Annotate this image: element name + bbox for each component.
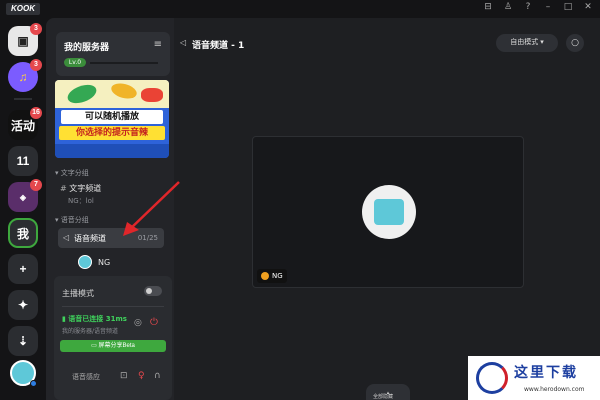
text-channel[interactable]: # 文字频道 bbox=[60, 183, 101, 194]
activity-label: 活动 bbox=[10, 118, 35, 133]
connection-status: ▮ 语音已连接 31ms bbox=[62, 314, 127, 324]
server-header[interactable]: 我的服务器 ≡ Lv.0 bbox=[56, 32, 170, 76]
window-controls: ⊟ ♙ ? – □ ✕ bbox=[482, 2, 594, 12]
banner-line-2: 你选择的提示音辣 bbox=[59, 126, 165, 140]
host-mode-toggle[interactable] bbox=[144, 286, 162, 296]
host-mode-label: 主播模式 bbox=[62, 289, 94, 298]
noise-icon[interactable]: ◎ bbox=[134, 318, 142, 328]
screen-share-label: 屏幕分享Beta bbox=[98, 343, 135, 349]
connection-path: 我的服务器/语音频道 bbox=[62, 328, 119, 335]
download-icon: ⇣ bbox=[17, 334, 29, 348]
avatar-face bbox=[374, 199, 404, 225]
mute-indicator-icon bbox=[261, 272, 269, 280]
watermark: 这里下载 www.herodown.com bbox=[468, 356, 600, 400]
banner-decoration bbox=[141, 88, 163, 102]
text-category-label: 文字分组 bbox=[60, 169, 89, 177]
server-name: 我的服务器 bbox=[64, 43, 110, 53]
watermark-text: 这里下载 bbox=[514, 365, 578, 381]
messages-button[interactable]: ▣ 3 bbox=[8, 23, 42, 56]
voice-channel-label: 语音频道 bbox=[74, 234, 106, 243]
notifications-badge: 3 bbox=[30, 59, 42, 71]
voice-member[interactable]: NG bbox=[78, 254, 110, 270]
server-banner[interactable]: 可以随机播放 你选择的提示音辣 bbox=[55, 80, 169, 158]
text-category[interactable]: ▾ 文字分组 bbox=[55, 168, 89, 178]
annotation-arrow bbox=[123, 181, 180, 236]
watermark-logo bbox=[476, 362, 508, 394]
connection-text: 语音已连接 31ms bbox=[68, 315, 127, 323]
download-button[interactable]: ⇣ bbox=[8, 326, 38, 356]
member-name: NG bbox=[98, 257, 111, 267]
participant-name: NG bbox=[272, 272, 283, 280]
main-area: ◁ 语音频道 - 1 自由模式 ▾ ○ NG ▴ 全部隐藏 bbox=[174, 18, 600, 400]
sparkle-icon: ✦ bbox=[17, 298, 29, 312]
member-avatar bbox=[78, 255, 92, 269]
add-server-button[interactable]: + bbox=[8, 254, 38, 284]
banner-footer bbox=[55, 144, 169, 158]
voice-category[interactable]: ▾ 语音分组 bbox=[55, 215, 89, 225]
divider bbox=[62, 306, 164, 307]
hide-all-label: 全部隐藏 bbox=[373, 394, 394, 400]
screen-share-button[interactable]: ▭ 屏幕分享Beta bbox=[60, 340, 166, 352]
title-bar: KOOK ⊟ ♙ ? – □ ✕ bbox=[0, 0, 600, 18]
search-icon[interactable]: ○ bbox=[566, 34, 584, 52]
server-game-badge: 7 bbox=[30, 179, 42, 191]
server-game-button[interactable]: ◈ 7 bbox=[8, 179, 42, 212]
level-badge: Lv.0 bbox=[64, 58, 86, 67]
shirt-icon[interactable]: ♙ bbox=[502, 2, 514, 12]
watermark-url: www.herodown.com bbox=[524, 386, 585, 393]
speaker-icon: ◁ bbox=[63, 233, 70, 242]
mode-label: 自由模式 bbox=[510, 39, 539, 46]
voice-input-icon[interactable]: ⊡ bbox=[120, 371, 128, 381]
menu-icon[interactable]: ≡ bbox=[154, 39, 162, 50]
kook-app-window: KOOK ⊟ ♙ ? – □ ✕ ▣ 3 ♫ 3 活动 16 11 ◈ 7 我 … bbox=[0, 0, 600, 400]
server-me-button[interactable]: 我 bbox=[8, 218, 38, 248]
voice-sense-label: 语音感应 bbox=[72, 373, 100, 381]
disconnect-icon[interactable]: ⏻ bbox=[150, 317, 158, 328]
participant-tile[interactable]: NG bbox=[252, 136, 524, 288]
hash-icon: # bbox=[60, 184, 70, 193]
chat-icon: ▣ bbox=[17, 34, 29, 48]
microphone-icon[interactable]: ♀ bbox=[138, 371, 145, 381]
text-channel-preview: NG：lol bbox=[68, 197, 94, 205]
headphones-icon[interactable]: ∩ bbox=[154, 371, 161, 381]
close-icon[interactable]: ✕ bbox=[582, 2, 594, 12]
participant-avatar bbox=[362, 185, 416, 239]
caret-down-icon: ▾ bbox=[538, 39, 544, 46]
notifications-button[interactable]: ♫ 3 bbox=[8, 59, 42, 92]
plus-icon: + bbox=[19, 262, 27, 276]
rail-divider bbox=[14, 98, 32, 100]
kook-logo: KOOK bbox=[6, 3, 40, 15]
server-rail: ▣ 3 ♫ 3 活动 16 11 ◈ 7 我 + ✦ ⇣ bbox=[0, 18, 46, 400]
inbox-icon[interactable]: ⊟ bbox=[482, 2, 494, 12]
minimize-icon[interactable]: – bbox=[542, 2, 554, 12]
maximize-icon[interactable]: □ bbox=[562, 2, 574, 12]
activity-badge: 16 bbox=[30, 107, 42, 119]
text-channel-label: 文字频道 bbox=[69, 184, 102, 193]
speaker-icon: ◁ bbox=[180, 38, 187, 47]
monitor-icon: ▭ bbox=[91, 343, 99, 349]
server-11-button[interactable]: 11 bbox=[8, 146, 38, 176]
channel-title: 语音频道 - 1 bbox=[192, 41, 245, 51]
mode-dropdown[interactable]: 自由模式 ▾ bbox=[496, 34, 558, 52]
voice-category-label: 语音分组 bbox=[60, 216, 89, 224]
participant-name-tag: NG bbox=[257, 269, 287, 283]
discover-button[interactable]: ✦ bbox=[8, 290, 38, 320]
level-progress-bar bbox=[90, 62, 158, 64]
online-status-dot bbox=[30, 380, 37, 387]
messages-badge: 3 bbox=[30, 23, 42, 35]
game-server-icon: ◈ bbox=[19, 192, 27, 202]
server-me-label: 我 bbox=[16, 226, 29, 241]
bell-icon: ♫ bbox=[18, 70, 28, 84]
server-11-label: 11 bbox=[16, 154, 30, 168]
banner-line-1: 可以随机播放 bbox=[61, 110, 163, 124]
voice-status-panel: 主播模式 ▮ 语音已连接 31ms 我的服务器/语音频道 ◎ ⏻ ▭ 屏幕分享B… bbox=[54, 276, 172, 400]
help-icon[interactable]: ? bbox=[522, 2, 534, 12]
activity-button[interactable]: 活动 16 bbox=[8, 107, 42, 140]
